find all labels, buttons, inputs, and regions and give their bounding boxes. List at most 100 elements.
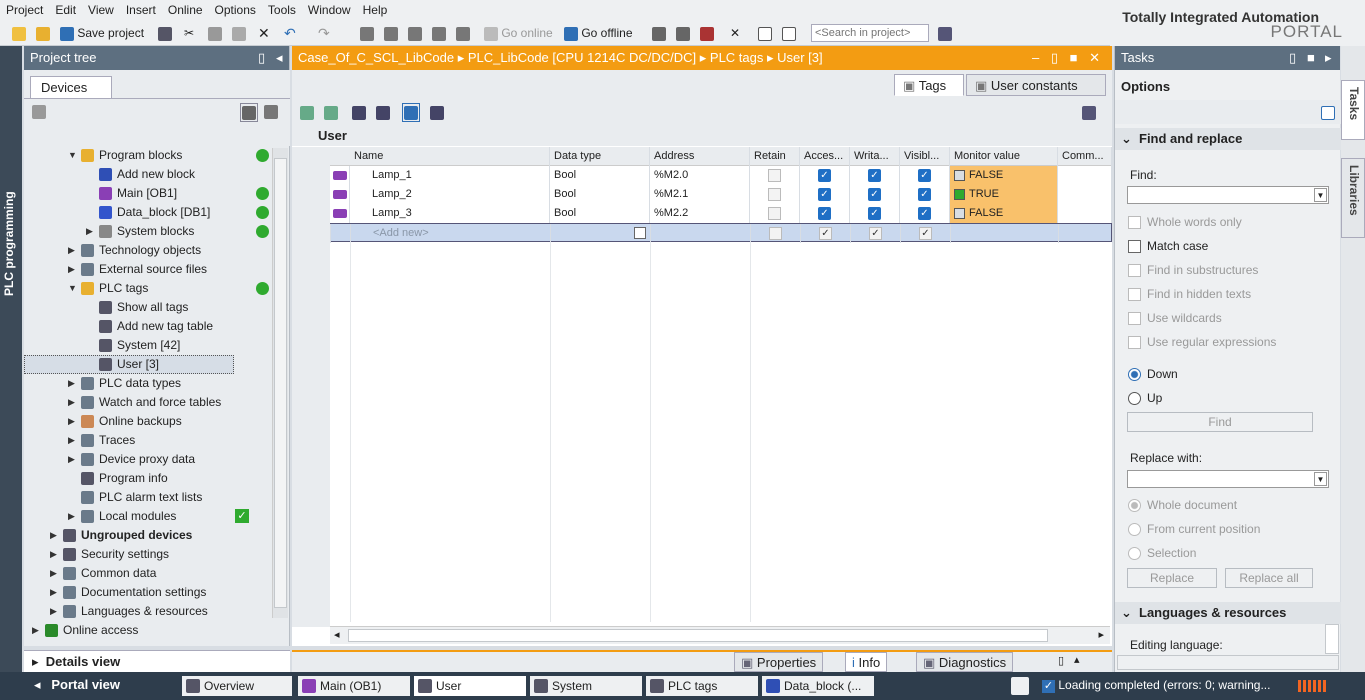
regex-checkbox[interactable]: Use regular expressions [1128, 334, 1276, 350]
tree-item[interactable]: Program info [24, 469, 274, 488]
address-cell[interactable] [651, 224, 751, 243]
split-horizontal-icon[interactable] [758, 24, 772, 42]
tree-item[interactable]: ▶ Online access [24, 621, 274, 640]
add-new-row[interactable]: 4<Add new>✓✓✓ [292, 223, 1113, 243]
column-header[interactable]: Acces... [800, 147, 850, 166]
accessible-devices-icon[interactable] [652, 24, 666, 42]
tree-item[interactable]: Add new block [24, 165, 274, 184]
tree-item[interactable]: ▼ Program blocks [24, 146, 274, 165]
tree-item[interactable]: ▶ Traces [24, 431, 274, 450]
tree-item[interactable]: ▶ Online backups [24, 412, 274, 431]
comment-cell[interactable] [1059, 224, 1113, 243]
status-item-main[interactable]: Main (OB1) [298, 676, 410, 696]
search-input[interactable] [811, 24, 929, 42]
comment-cell[interactable] [1058, 204, 1112, 223]
find-input[interactable]: ▼ [1127, 186, 1329, 204]
match-case-checkbox[interactable]: Match case [1128, 238, 1208, 254]
tasks-vscrollbar[interactable] [1325, 624, 1339, 654]
side-tab-libraries[interactable]: Libraries [1341, 158, 1365, 238]
column-settings-icon[interactable] [1082, 105, 1096, 120]
status-item-user[interactable]: User [414, 676, 526, 696]
status-item-data-block[interactable]: Data_block (... [762, 676, 874, 696]
tab-diagnostics[interactable]: ▣ Diagnostics [916, 652, 1014, 672]
accessible-checkbox[interactable]: ✓ [800, 166, 850, 185]
expand-icon[interactable]: ▶ [50, 564, 57, 583]
tree-item[interactable]: ▶ Documentation settings [24, 583, 274, 602]
tree-item[interactable]: ▶ System blocks [24, 222, 274, 241]
address-cell[interactable]: %M2.2 [650, 204, 750, 223]
retain-checkbox[interactable] [750, 166, 800, 185]
monitor-value-cell[interactable]: TRUE [950, 185, 1058, 204]
expand-icon[interactable]: ▶ [68, 393, 75, 412]
monitor-value-cell[interactable]: FALSE [950, 204, 1058, 223]
selection-radio[interactable]: Selection [1128, 545, 1196, 561]
start-cpu-icon[interactable] [676, 24, 690, 42]
tag-row[interactable]: 3Lamp_3Bool%M2.2✓✓✓FALSE [292, 204, 1112, 223]
tag-row[interactable]: 1Lamp_1Bool%M2.0✓✓✓FALSE [292, 166, 1112, 185]
tree-item[interactable]: Show all tags [24, 298, 274, 317]
menu-insert[interactable]: Insert [120, 0, 162, 17]
expand-icon[interactable]: ▶ [68, 507, 75, 526]
column-header[interactable]: Retain [750, 147, 800, 166]
expand-icon[interactable]: ▶ [68, 374, 75, 393]
device-icon[interactable] [456, 24, 470, 42]
tree-item[interactable]: Main [OB1] [24, 184, 274, 203]
find-dropdown-icon[interactable]: ▼ [1314, 188, 1327, 202]
print-icon[interactable] [158, 24, 172, 42]
address-cell[interactable]: %M2.1 [650, 185, 750, 204]
collapse-icon[interactable]: ▼ [68, 279, 77, 298]
options-view-icon[interactable] [1321, 105, 1335, 120]
retain-checkbox[interactable] [750, 204, 800, 223]
scroll-right-icon[interactable]: ▸ [1098, 628, 1104, 641]
replace-input[interactable]: ▼ [1127, 470, 1329, 488]
substructures-checkbox[interactable]: Find in substructures [1128, 262, 1258, 278]
status-message[interactable]: ✓ Loading completed (errors: 0; warning.… [1042, 678, 1270, 693]
paste-icon[interactable] [232, 24, 246, 42]
copy-icon[interactable] [208, 24, 222, 42]
data-type-cell[interactable]: Bool [550, 204, 650, 223]
import-icon[interactable] [376, 105, 390, 120]
tab-user-constants[interactable]: ▣ User constants [966, 74, 1106, 96]
upload-icon[interactable] [408, 24, 422, 42]
monitor-value-cell[interactable] [951, 224, 1059, 243]
column-header[interactable]: Name [350, 147, 550, 166]
visible-checkbox[interactable]: ✓ [900, 166, 950, 185]
tree-item[interactable]: ▶ Local modules ✓ [24, 507, 274, 526]
writable-checkbox[interactable]: ✓ [850, 166, 900, 185]
languages-section[interactable]: ⌄ Languages & resources [1115, 602, 1341, 624]
replace-all-button[interactable]: Replace all [1225, 568, 1313, 588]
scroll-left-icon[interactable]: ◂ [334, 628, 340, 641]
tree-item[interactable]: User [3] [24, 355, 234, 374]
menu-window[interactable]: Window [302, 0, 357, 17]
tree-item[interactable]: ▶ Technology objects [24, 241, 274, 260]
undo-icon[interactable]: ↶ [284, 24, 296, 42]
tree-item[interactable]: ▶ Ungrouped devices [24, 526, 274, 545]
status-item-system[interactable]: System [530, 676, 642, 696]
menu-options[interactable]: Options [209, 0, 262, 17]
menu-tools[interactable]: Tools [262, 0, 302, 17]
tree-item[interactable]: ▶ PLC data types [24, 374, 274, 393]
accessible-checkbox[interactable]: ✓ [800, 204, 850, 223]
expand-icon[interactable]: ▶ [50, 526, 57, 545]
find-replace-section[interactable]: ⌄ Find and replace [1115, 128, 1341, 150]
tasks-maximize-icon[interactable]: ■ [1307, 46, 1315, 70]
up-radio[interactable]: Up [1128, 390, 1162, 406]
hidden-texts-checkbox[interactable]: Find in hidden texts [1128, 286, 1251, 302]
side-tab-tasks[interactable]: Tasks [1341, 80, 1365, 140]
tag-row[interactable]: 2Lamp_2Bool%M2.1✓✓✓TRUE [292, 185, 1112, 204]
table-hscrollbar[interactable]: ◂ ▸ [330, 626, 1110, 644]
retain-checkbox[interactable] [750, 185, 800, 204]
expand-icon[interactable]: ▶ [68, 450, 75, 469]
visible-checkbox[interactable]: ✓ [900, 204, 950, 223]
tag-name-cell[interactable]: Lamp_1 [350, 166, 550, 185]
retain-checkbox[interactable] [751, 224, 801, 243]
project-overview-icon[interactable] [1011, 677, 1029, 695]
replace-button[interactable]: Replace [1127, 568, 1217, 588]
overview-grid-icon[interactable] [32, 104, 46, 119]
find-button[interactable]: Find [1127, 412, 1313, 432]
tree-item[interactable]: ▶ Device proxy data [24, 450, 274, 469]
tree-scrollbar[interactable] [272, 148, 288, 618]
comment-cell[interactable] [1058, 166, 1112, 185]
split-vertical-icon[interactable] [782, 24, 796, 42]
tasks-float-icon[interactable]: ▯ [1289, 46, 1296, 70]
